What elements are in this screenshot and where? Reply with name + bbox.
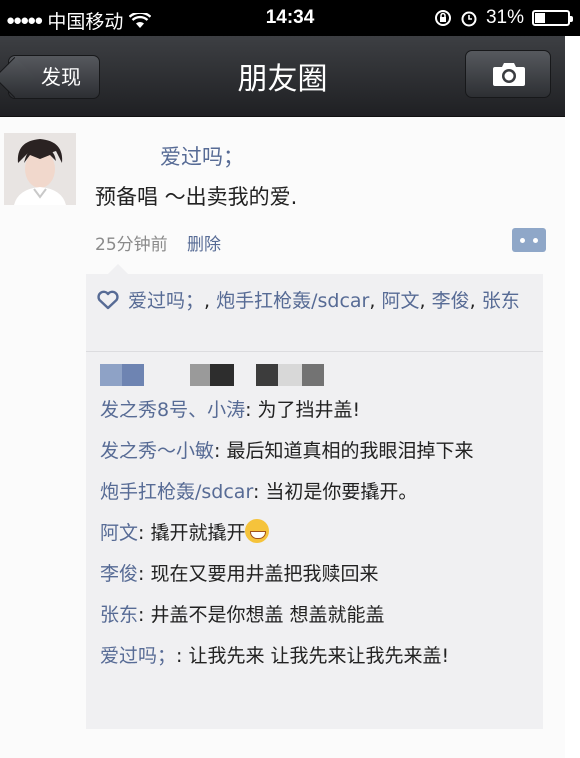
battery-fill	[535, 13, 545, 23]
blur-block	[256, 364, 278, 386]
comment-text: 最后知道真相的我眼泪掉下来	[226, 440, 474, 462]
interaction-box: 爱过吗；, 炮手扛枪轰/sdcar, 阿文, 李俊, 张东 发之秀8号、小涛: …	[86, 264, 543, 729]
comment-author[interactable]: 发之秀～小敏	[100, 440, 214, 462]
blur-block	[122, 364, 144, 386]
like-name[interactable]: 炮手扛枪轰/sdcar	[216, 290, 369, 312]
dot-icon	[533, 238, 538, 243]
avatar[interactable]	[4, 133, 76, 205]
like-separator: ,	[204, 290, 217, 312]
comment-text: 现在又要用井盖把我赎回来	[150, 563, 379, 585]
comment-text: 井盖不是你想盖 想盖就能盖	[150, 604, 385, 626]
delete-link[interactable]: 删除	[187, 235, 221, 255]
comment-item[interactable]: 阿文: 撬开就撬开	[100, 519, 535, 547]
dot-icon	[520, 238, 525, 243]
comment-item[interactable]: 炮手扛枪轰/sdcar: 当初是你要撬开。	[100, 478, 535, 506]
comment-item[interactable]: 李俊: 现在又要用井盖把我赎回来	[100, 560, 535, 588]
post-text: 预备唱 ～出卖我的爱.	[95, 185, 298, 209]
comment-author[interactable]: 张东	[100, 604, 138, 626]
like-name[interactable]: 爱过吗；	[128, 290, 204, 312]
avatar-image	[4, 133, 76, 205]
blurred-names	[100, 364, 340, 386]
battery-percent: 31%	[485, 7, 524, 28]
battery-icon	[532, 10, 573, 26]
comment-item[interactable]: 张东: 井盖不是你想盖 想盖就能盖	[100, 601, 535, 629]
blur-block	[210, 364, 234, 386]
blur-block	[190, 364, 210, 386]
blur-block	[100, 364, 122, 386]
heart-icon	[97, 290, 119, 310]
comment-text: 为了挡井盖!	[257, 399, 361, 421]
camera-icon	[493, 63, 525, 86]
divider	[86, 351, 543, 352]
camera-button[interactable]	[465, 50, 551, 98]
comment-text: 撬开就撬开	[150, 522, 246, 544]
comment-item[interactable]: 发之秀～小敏: 最后知道真相的我眼泪掉下来	[100, 437, 535, 465]
comment-item[interactable]: 发之秀8号、小涛: 为了挡井盖!	[100, 396, 535, 424]
like-name[interactable]: 张东	[482, 290, 520, 312]
moments-feed: 爱过吗； 预备唱 ～出卖我的爱. 25分钟前 删除 爱过吗；, 炮手扛枪轰/sd…	[0, 117, 565, 758]
comment-item[interactable]: 爱过吗；: 让我先来 让我先来让我先来盖!	[100, 642, 535, 670]
rotation-lock-icon	[434, 10, 451, 26]
post-meta: 25分钟前 删除	[95, 230, 221, 255]
like-separator: ,	[369, 290, 382, 312]
comments-list: 发之秀8号、小涛: 为了挡井盖! 发之秀～小敏: 最后知道真相的我眼泪掉下来 炮…	[100, 396, 535, 683]
like-separator: ,	[419, 290, 432, 312]
post-author[interactable]: 爱过吗；	[160, 141, 244, 171]
alarm-icon	[461, 11, 477, 27]
comment-author[interactable]: 李俊	[100, 563, 138, 585]
status-bar: ●●●●● 中国移动 14:34 31%	[0, 0, 580, 36]
likes-list: 爱过吗；, 炮手扛枪轰/sdcar, 阿文, 李俊, 张东	[96, 286, 535, 316]
comment-button[interactable]	[512, 228, 546, 252]
comment-author[interactable]: 阿文	[100, 522, 138, 544]
comment-author[interactable]: 发之秀8号、小涛	[100, 399, 245, 421]
like-name[interactable]: 阿文	[381, 290, 419, 312]
blur-block	[278, 364, 302, 386]
grin-emoji-icon	[245, 519, 270, 543]
comment-text: 当初是你要撬开。	[265, 481, 418, 503]
like-separator: ,	[469, 290, 482, 312]
comment-author[interactable]: 爱过吗；	[100, 645, 176, 667]
nav-bar: 发现 朋友圈	[0, 36, 565, 117]
like-name[interactable]: 李俊	[432, 290, 470, 312]
comment-text: 让我先来 让我先来让我先来盖!	[188, 645, 450, 667]
post-time: 25分钟前	[95, 235, 168, 255]
blur-block	[302, 364, 324, 386]
comment-author[interactable]: 炮手扛枪轰/sdcar	[100, 481, 253, 503]
status-right: 31%	[434, 7, 573, 29]
